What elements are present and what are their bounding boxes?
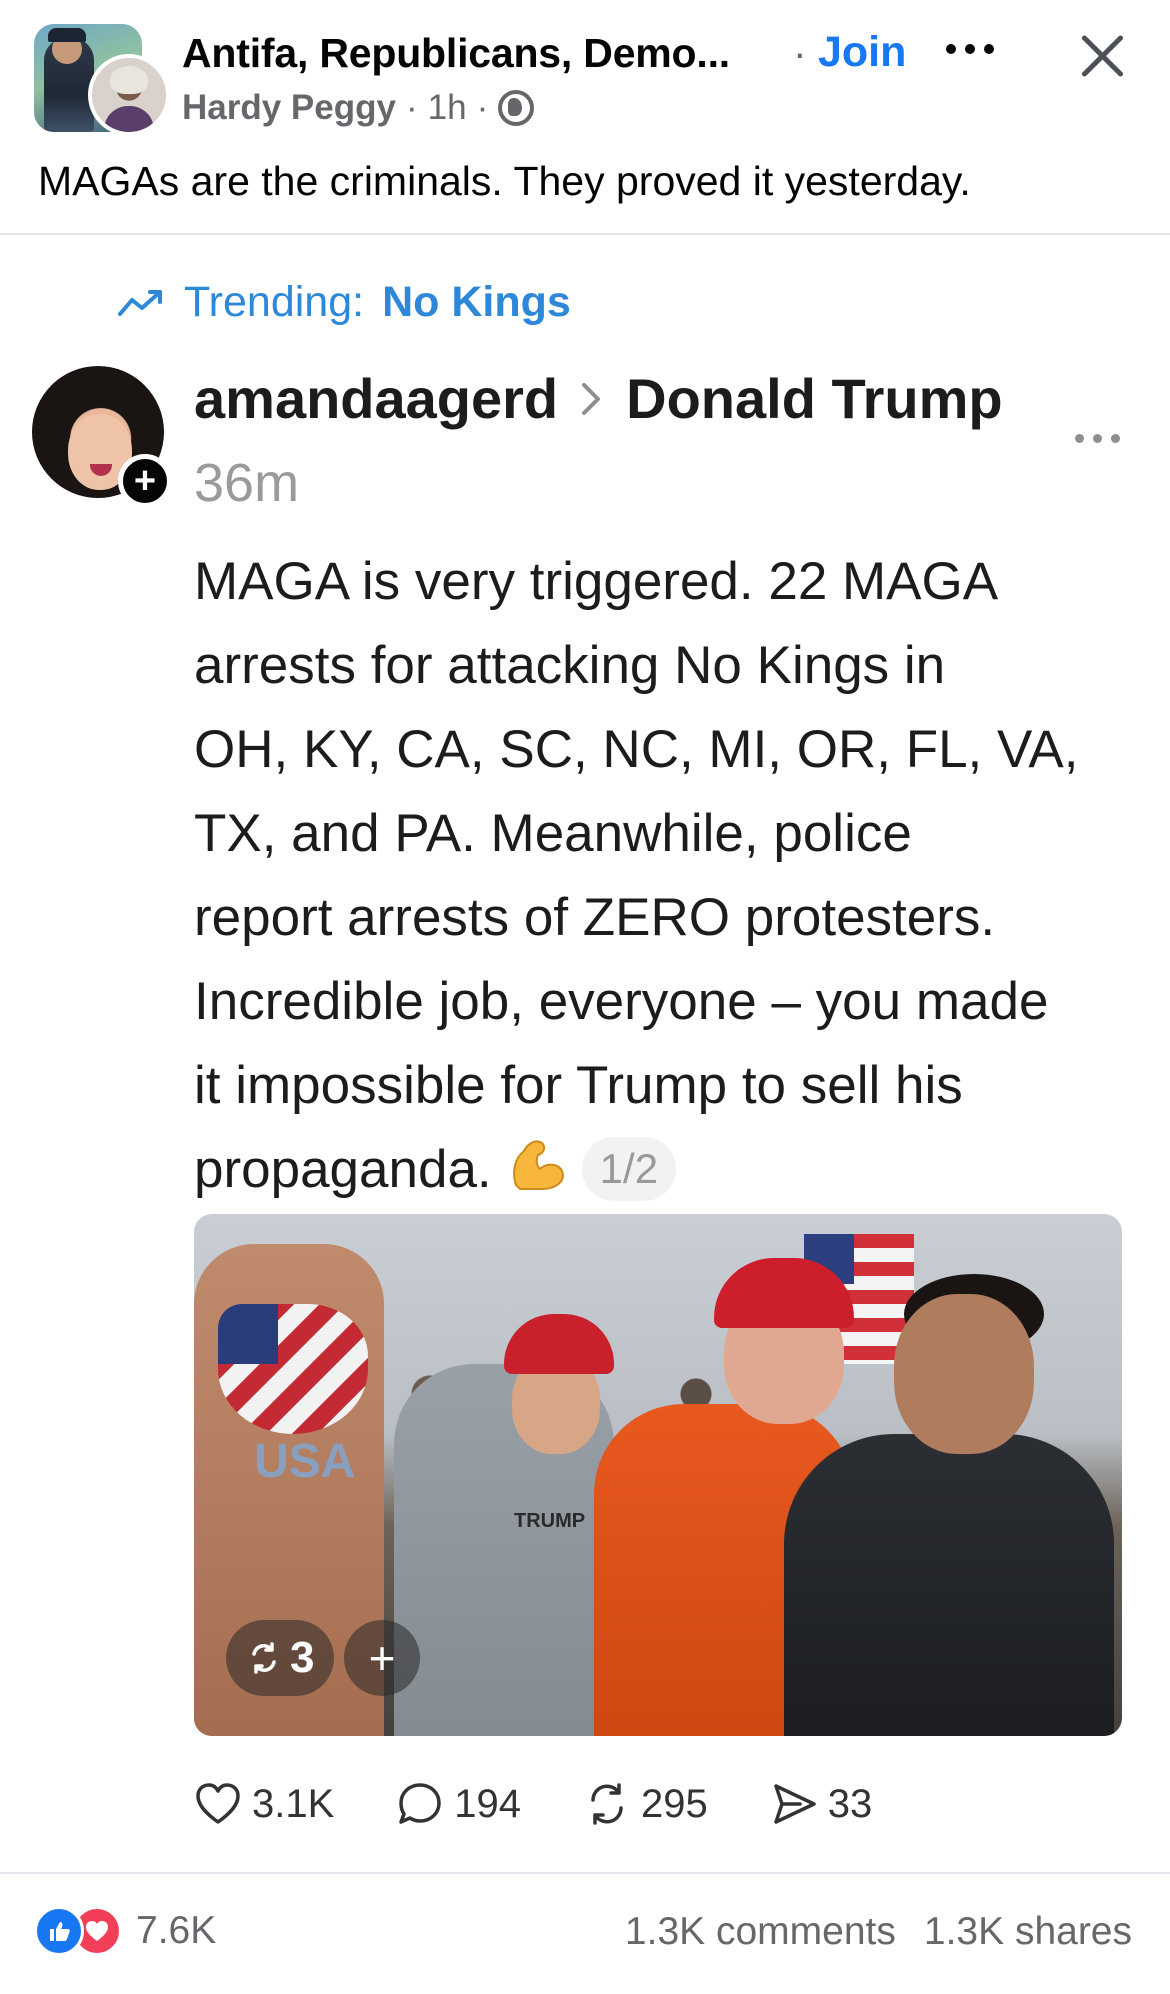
join-button[interactable]: Join <box>818 28 906 77</box>
body-line: TX, and PA. Meanwhile, police <box>194 804 912 863</box>
trending-topic[interactable]: No Kings <box>382 278 571 327</box>
threads-header: amandaagerd Donald Trump <box>194 366 1003 431</box>
comment-button[interactable]: 194 <box>396 1780 521 1828</box>
comment-icon <box>399 1783 442 1824</box>
photo-repost-button[interactable]: 3 <box>226 1620 335 1696</box>
author-line: Hardy Peggy · 1h · <box>182 88 535 128</box>
repost-icon <box>591 1783 623 1825</box>
threads-actions: 3.1K 194 295 33 <box>194 1780 934 1828</box>
divider <box>0 1872 1170 1874</box>
body-line: report arrests of ZERO protesters. <box>194 888 996 947</box>
body-line-last: propaganda. 1/2 <box>194 1128 1144 1212</box>
close-icon[interactable] <box>1078 32 1126 80</box>
repost-icon <box>252 1642 276 1674</box>
threads-time: 36m <box>194 453 300 513</box>
photo-repost-count: 3 <box>290 1633 315 1682</box>
body-line: OH, KY, CA, SC, NC, MI, OR, FL, VA, <box>194 720 1079 779</box>
photo-body-paint: USA <box>254 1435 356 1488</box>
avatar-body <box>104 106 154 132</box>
body-line: propaganda. <box>194 1140 492 1199</box>
trending-prefix: Trending: <box>184 278 365 326</box>
separator-dot: · <box>793 30 807 76</box>
share-button[interactable]: 33 <box>770 1780 873 1828</box>
more-icon[interactable] <box>1075 434 1120 443</box>
group-name[interactable]: Antifa, Republicans, Demo... <box>182 30 730 77</box>
meta-separator: · <box>405 88 418 127</box>
reaction-count: 7.6K <box>136 1909 217 1952</box>
send-icon <box>774 1784 816 1824</box>
photo-shirt-text: TRUMP <box>514 1510 586 1532</box>
flexed-biceps-icon <box>512 1140 564 1190</box>
post-photo[interactable]: USA TRUMP 3 + <box>194 1214 1122 1736</box>
more-icon[interactable] <box>946 36 1000 62</box>
photo-person <box>784 1434 1114 1736</box>
body-line: Incredible job, everyone – you made <box>194 972 1049 1031</box>
body-line: it impossible for Trump to sell his <box>194 1056 963 1115</box>
trend-icon <box>118 289 162 316</box>
like-count: 3.1K <box>252 1781 335 1826</box>
trending-label[interactable]: Trending: No Kings <box>118 278 571 327</box>
avatar-figure-cap <box>48 28 86 42</box>
threads-username[interactable]: amandaagerd <box>194 366 558 431</box>
comment-count: 194 <box>454 1781 522 1826</box>
avatar-hair <box>110 66 148 94</box>
divider <box>0 233 1170 235</box>
threads-body: MAGA is very triggered. 22 MAGA arrests … <box>194 540 1144 1212</box>
like-button[interactable]: 3.1K <box>194 1780 334 1828</box>
photo-bandana-canton <box>218 1304 278 1364</box>
follow-plus-icon[interactable]: + <box>118 454 172 508</box>
chevron-right-icon <box>582 382 601 415</box>
globe-icon <box>498 90 535 126</box>
meta-separator: · <box>476 88 489 127</box>
reactions-summary[interactable]: 7.6K <box>34 1906 216 1956</box>
author-avatar[interactable] <box>88 54 170 136</box>
threads-reply-target[interactable]: Donald Trump <box>626 366 1002 431</box>
body-line: arrests for attacking No Kings in <box>194 636 946 695</box>
repost-count: 295 <box>641 1781 708 1826</box>
photo-red-hat <box>504 1314 614 1374</box>
share-count: 33 <box>827 1781 873 1826</box>
group-post-header: Antifa, Republicans, Demo... · Join Hard… <box>0 0 1170 150</box>
engagement-stats: 1.3K comments 1.3K shares <box>625 1910 1132 1954</box>
comments-count-link[interactable]: 1.3K comments <box>625 1910 896 1954</box>
photo-add-button[interactable]: + <box>344 1620 420 1696</box>
page-indicator: 1/2 <box>581 1137 677 1201</box>
photo-head <box>894 1294 1034 1454</box>
post-text: MAGAs are the criminals. They proved it … <box>38 158 971 204</box>
repost-button[interactable]: 295 <box>583 1780 708 1828</box>
shares-count-link[interactable]: 1.3K shares <box>924 1910 1132 1954</box>
like-reaction-icon <box>34 1906 84 1956</box>
heart-icon <box>196 1783 240 1824</box>
post-time[interactable]: 1h <box>428 88 467 128</box>
body-line: MAGA is very triggered. 22 MAGA <box>194 552 999 611</box>
author-name[interactable]: Hardy Peggy <box>182 88 396 128</box>
